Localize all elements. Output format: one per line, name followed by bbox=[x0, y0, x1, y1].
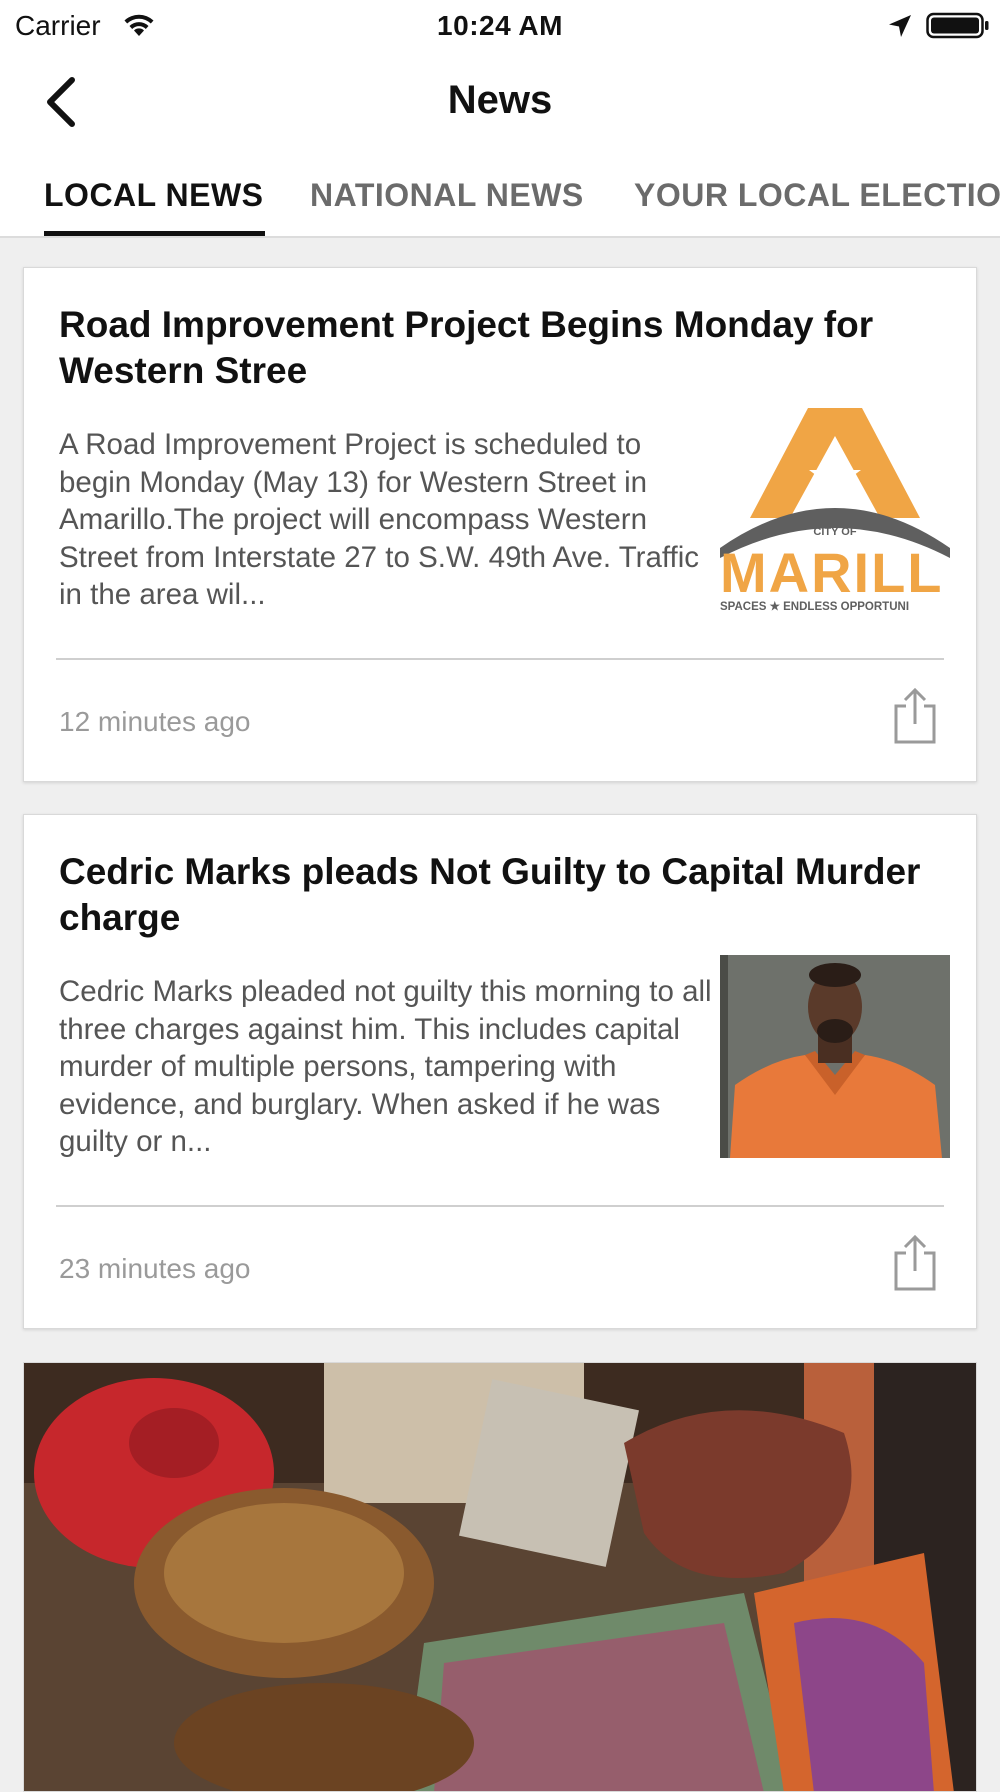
news-tab-bar: LOCAL NEWS NATIONAL NEWS YOUR LOCAL ELEC… bbox=[0, 155, 1000, 238]
tab-local-news[interactable]: LOCAL NEWS bbox=[44, 177, 264, 214]
news-card[interactable]: Road Improvement Project Begins Monday f… bbox=[23, 267, 977, 782]
clock: 10:24 AM bbox=[437, 10, 563, 41]
share-button[interactable] bbox=[890, 687, 940, 744]
article-thumbnail-city-logo: CITY OF MARILL SPACES ★ ENDLESS OPPORTUN… bbox=[720, 408, 950, 611]
tab-national-news[interactable]: NATIONAL NEWS bbox=[310, 177, 584, 214]
news-card[interactable]: Cedric Marks pleads Not Guilty to Capita… bbox=[23, 814, 977, 1329]
share-icon bbox=[894, 687, 936, 744]
page-title: News bbox=[447, 78, 553, 122]
status-bar: Carrier 10:24 AM bbox=[0, 0, 1000, 50]
article-summary: A Road Improvement Project is scheduled … bbox=[59, 428, 700, 611]
article-title[interactable]: Cedric Marks pleads Not Guilty to Capita… bbox=[59, 849, 939, 941]
card-divider bbox=[56, 658, 944, 660]
article-title[interactable]: Road Improvement Project Begins Monday f… bbox=[59, 302, 939, 394]
navigation-bar: News bbox=[0, 50, 1000, 155]
location-arrow-icon bbox=[886, 12, 914, 45]
logo-city-of-text: CITY OF bbox=[813, 526, 856, 538]
article-photo bbox=[24, 1363, 976, 1791]
article-timestamp: 23 minutes ago bbox=[59, 1253, 251, 1284]
news-card-image[interactable] bbox=[23, 1362, 977, 1792]
tab-local-elections[interactable]: YOUR LOCAL ELECTIO bbox=[634, 177, 1000, 214]
article-summary: Cedric Marks pleaded not guilty this mor… bbox=[59, 975, 712, 1158]
logo-wordmark: MARILL bbox=[720, 541, 944, 604]
battery-icon bbox=[926, 12, 990, 45]
logo-tagline: SPACES ★ ENDLESS OPPORTUNI bbox=[720, 600, 909, 611]
article-timestamp: 12 minutes ago bbox=[59, 706, 251, 737]
card-divider bbox=[56, 1205, 944, 1207]
article-thumbnail-mugshot bbox=[720, 955, 950, 1158]
active-tab-indicator bbox=[44, 231, 265, 236]
share-icon bbox=[894, 1234, 936, 1291]
share-button[interactable] bbox=[890, 1234, 940, 1291]
